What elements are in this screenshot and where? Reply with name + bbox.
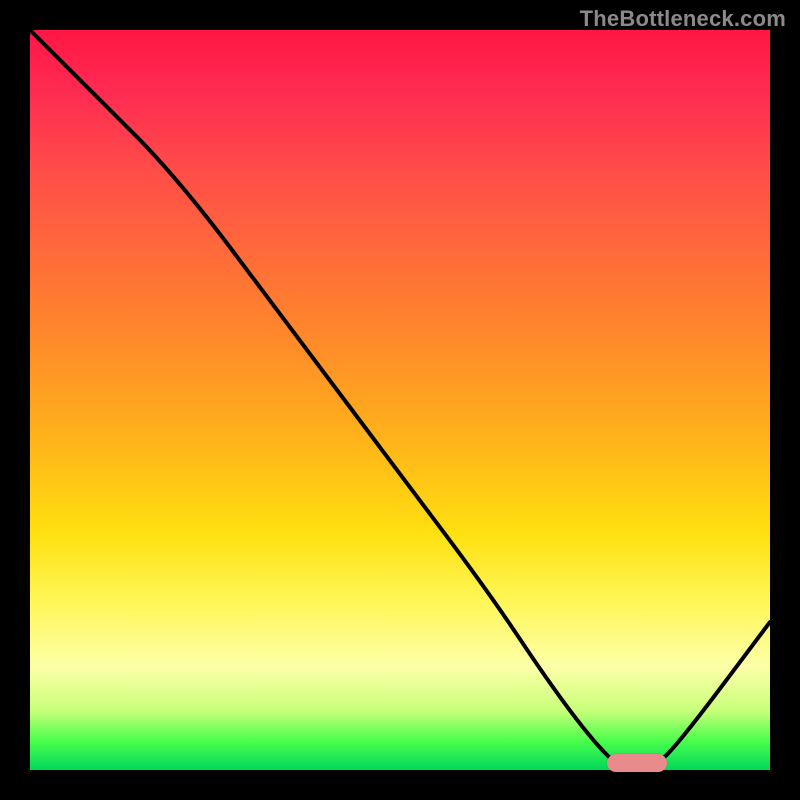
optimal-marker [607, 754, 667, 772]
chart-background-gradient [30, 30, 770, 770]
chart-frame: TheBottleneck.com [0, 0, 800, 800]
watermark-text: TheBottleneck.com [580, 6, 786, 32]
